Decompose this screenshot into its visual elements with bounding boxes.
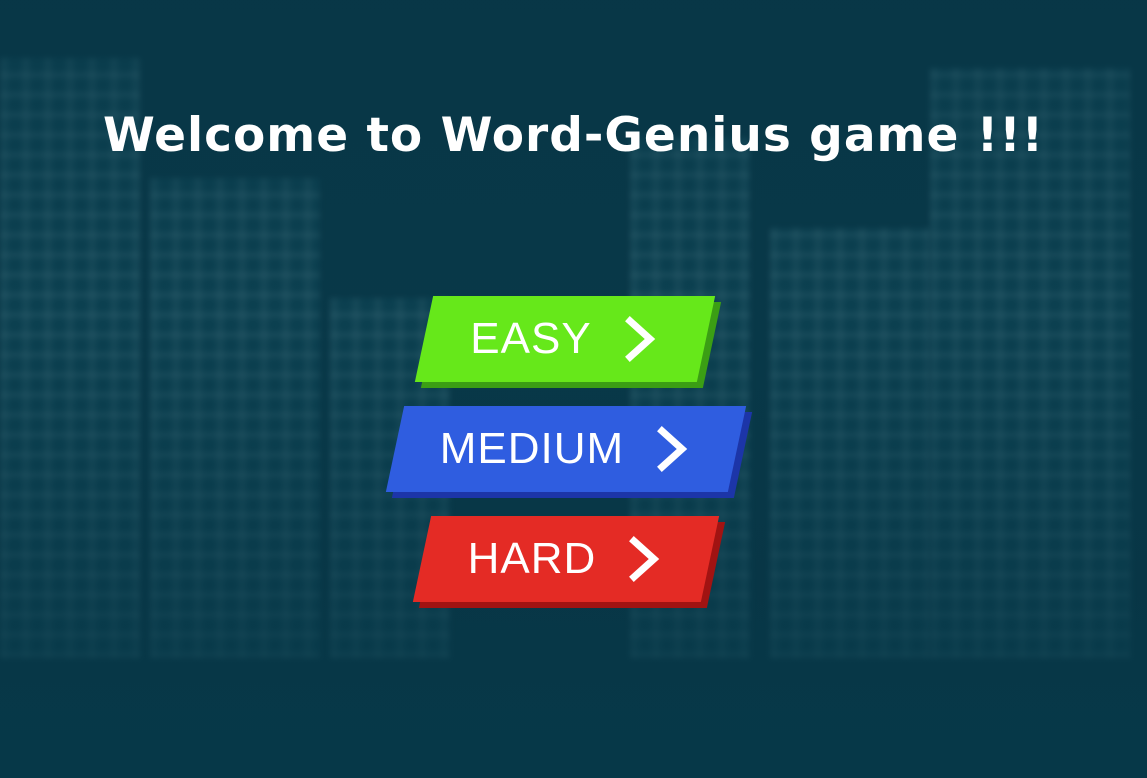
medium-button[interactable]: MEDIUM (385, 406, 753, 498)
page-title: Welcome to Word-Genius game !!! (102, 108, 1045, 163)
chevron-right-icon (624, 316, 655, 362)
chevron-right-icon (657, 426, 688, 472)
chevron-right-icon (629, 536, 660, 582)
easy-button-label: EASY (470, 314, 592, 363)
hard-button[interactable]: HARD (412, 516, 726, 608)
easy-button[interactable]: EASY (414, 296, 722, 388)
hard-button-label: HARD (467, 534, 597, 583)
medium-button-label: MEDIUM (439, 424, 625, 473)
